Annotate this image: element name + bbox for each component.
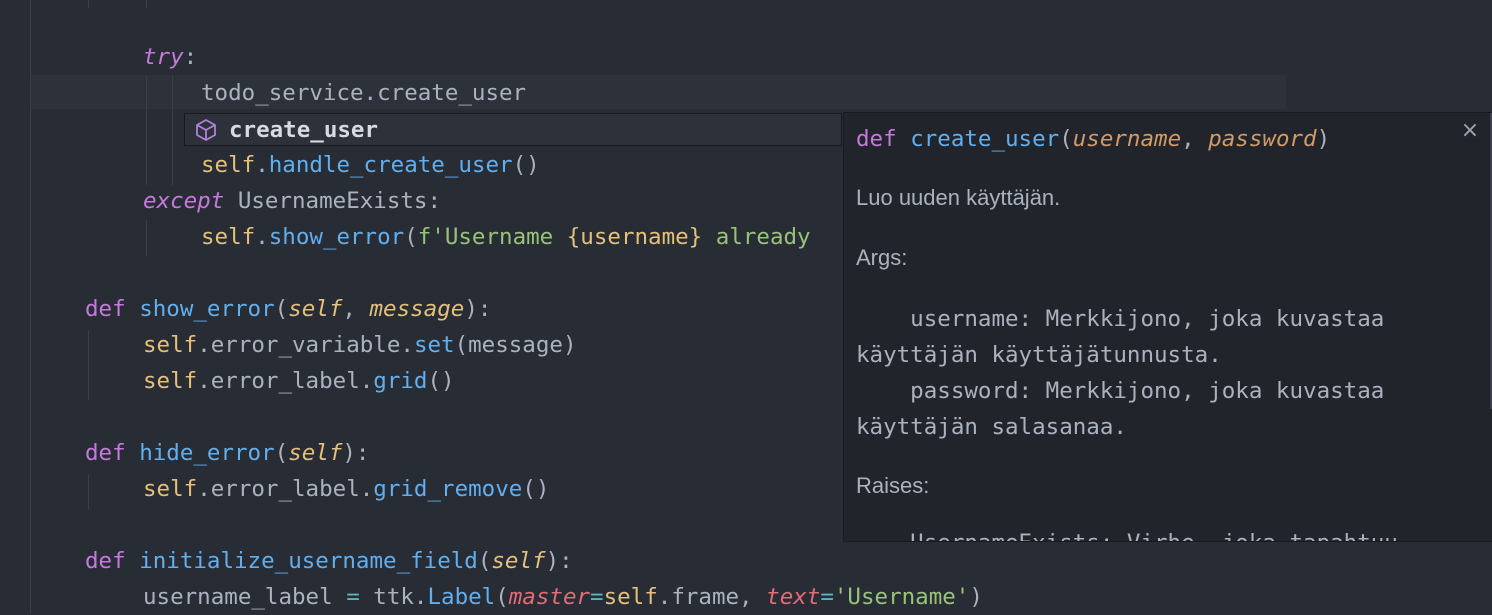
close-icon[interactable]: × bbox=[1460, 120, 1480, 142]
indent-guide bbox=[30, 0, 31, 613]
code-line-try: try: bbox=[143, 44, 198, 70]
docs-raises-heading: Raises: bbox=[856, 473, 930, 498]
docs-args-heading: Args: bbox=[856, 245, 908, 270]
indent-guide bbox=[88, 0, 89, 8]
code-line-def-initialize-username-field: def initialize_username_field(self): bbox=[85, 548, 573, 574]
indent-guide bbox=[146, 220, 147, 256]
docs-raises-partial: UsernameExists: Virhe, joka tapahtuu bbox=[856, 525, 1398, 541]
docs-arg-username-cont: käyttäjän käyttäjätunnusta. bbox=[856, 342, 1222, 368]
code-line-show-error-call: self.show_error(f'Username {username} al… bbox=[201, 224, 811, 250]
code-line-error-label-grid: self.error_label.grid() bbox=[143, 368, 455, 394]
autocomplete-item-create-user[interactable]: create_user bbox=[185, 114, 841, 145]
docs-arg-password-cont: käyttäjän salasanaa. bbox=[856, 414, 1127, 440]
indent-guide bbox=[88, 474, 89, 510]
code-line-except: except UsernameExists: bbox=[143, 188, 442, 214]
cube-icon bbox=[193, 117, 219, 143]
indent-guide bbox=[88, 330, 89, 400]
code-line-error-variable-set: self.error_variable.set(message) bbox=[143, 332, 577, 358]
indent-guide bbox=[146, 0, 147, 8]
code-line-todo-call: todo_service.create_user bbox=[201, 80, 527, 106]
autocomplete-item-label: create_user bbox=[229, 116, 379, 143]
autocomplete-widget: create_user bbox=[184, 113, 842, 146]
docs-summary: Luo uuden käyttäjän. bbox=[856, 185, 1061, 210]
indent-guide bbox=[172, 75, 173, 185]
code-line-handle-create-user: self.handle_create_user() bbox=[201, 152, 540, 178]
documentation-popup: × def create_user(username, password) Lu… bbox=[843, 112, 1492, 542]
docs-arg-username: username: Merkkijono, joka kuvastaa bbox=[856, 306, 1385, 332]
code-line-username-label: username_label = ttk.Label(master=self.f… bbox=[143, 584, 983, 610]
docs-arg-password: password: Merkkijono, joka kuvastaa bbox=[856, 378, 1385, 404]
indent-guide bbox=[146, 75, 147, 185]
code-line-def-show-error: def show_error(self, message): bbox=[85, 296, 492, 322]
code-line-def-hide-error: def hide_error(self): bbox=[85, 440, 370, 466]
docs-signature: def create_user(username, password) bbox=[856, 126, 1331, 152]
code-line-grid-remove: self.error_label.grid_remove() bbox=[143, 476, 550, 502]
